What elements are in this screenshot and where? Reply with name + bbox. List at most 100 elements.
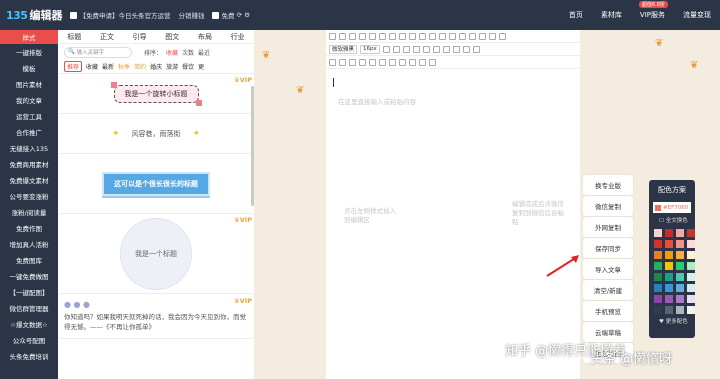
- filter-item[interactable]: 秋季: [118, 62, 130, 71]
- color-swatch[interactable]: [676, 306, 684, 314]
- nav-materials[interactable]: 素材库: [601, 10, 622, 20]
- sidebar-item[interactable]: 公众号配图: [0, 332, 58, 348]
- indent-icon[interactable]: [459, 32, 466, 40]
- html-icon[interactable]: [329, 32, 336, 40]
- sidebar-item[interactable]: 免费作图: [0, 220, 58, 236]
- nav-monetize[interactable]: 流量变现: [683, 10, 711, 20]
- color-swatch[interactable]: [676, 240, 684, 248]
- color-swatch[interactable]: [676, 273, 684, 281]
- color-swatch[interactable]: [687, 262, 695, 270]
- sort-count[interactable]: 次数: [182, 48, 194, 57]
- color-swatch[interactable]: [665, 229, 673, 237]
- redo-icon[interactable]: [349, 32, 356, 40]
- color-swatch[interactable]: [654, 295, 662, 303]
- filter-item[interactable]: 简约: [134, 62, 146, 71]
- tab-guide[interactable]: 引导: [133, 32, 147, 42]
- import-article-button[interactable]: 导入文章: [583, 259, 633, 279]
- color-swatch[interactable]: [654, 306, 662, 314]
- sidebar-item[interactable]: 合作推广: [0, 124, 58, 140]
- sidebar-item[interactable]: ☆爆文数据☆: [0, 316, 58, 332]
- music-icon[interactable]: [452, 45, 460, 53]
- emoji-icon[interactable]: [329, 58, 336, 66]
- promo-link[interactable]: 【免费申请】今日头条官方运营: [70, 10, 170, 20]
- tab-layout[interactable]: 布局: [198, 32, 212, 42]
- image-icon[interactable]: [479, 32, 486, 40]
- current-color-field[interactable]: #EF7060: [653, 202, 691, 213]
- link-icon[interactable]: [469, 32, 476, 40]
- format-icon[interactable]: [382, 45, 390, 53]
- tab-industry[interactable]: 行业: [231, 32, 245, 42]
- tab-image-text[interactable]: 图文: [165, 32, 179, 42]
- wechat-copy-button[interactable]: 微信复制: [583, 196, 633, 216]
- sidebar-item[interactable]: 一键免费做图: [0, 268, 58, 284]
- fullscreen-icon[interactable]: [472, 45, 480, 53]
- template-quote[interactable]: ♛VIP ● ● ● 你知道吗？如果我明天就死掉的话，我会因为今天见到你，而觉得…: [58, 294, 254, 339]
- panel-scrollbar[interactable]: [251, 86, 254, 206]
- refresh-icon[interactable]: ⟳: [237, 11, 242, 19]
- mobile-preview-button[interactable]: 手机预览: [583, 301, 633, 321]
- affiliate-link[interactable]: 分销赚钱: [178, 10, 204, 20]
- sidebar-item[interactable]: 微信群管理器: [0, 300, 58, 316]
- save-sync-button[interactable]: 保存同步: [583, 238, 633, 258]
- color-swatch[interactable]: [687, 306, 695, 314]
- sub-icon[interactable]: [389, 58, 396, 66]
- sup-icon[interactable]: [379, 58, 386, 66]
- color-swatch[interactable]: [665, 240, 673, 248]
- color-swatch[interactable]: [687, 284, 695, 292]
- nav-home[interactable]: 首页: [569, 10, 583, 20]
- sidebar-item[interactable]: 涨粉/阅读量: [0, 204, 58, 220]
- color-swatch[interactable]: [687, 240, 695, 248]
- color-swatch[interactable]: [676, 251, 684, 259]
- strike-icon[interactable]: [389, 32, 396, 40]
- help-icon[interactable]: [429, 58, 436, 66]
- filter-item[interactable]: 更: [198, 62, 204, 71]
- sidebar-item[interactable]: 一键排版: [0, 44, 58, 60]
- bg-color-icon[interactable]: [409, 32, 416, 40]
- color-swatch[interactable]: [676, 262, 684, 270]
- line-height-icon[interactable]: [412, 45, 420, 53]
- underline-icon[interactable]: [379, 32, 386, 40]
- time-icon[interactable]: [359, 58, 366, 66]
- anchor-icon[interactable]: [369, 58, 376, 66]
- template-rotating-title[interactable]: ♛VIP 我是一个旋转小标题: [58, 74, 254, 114]
- sidebar-item[interactable]: 我的文章: [0, 92, 58, 108]
- color-swatch[interactable]: [687, 251, 695, 259]
- list-icon[interactable]: [449, 32, 456, 40]
- color-swatch[interactable]: [654, 273, 662, 281]
- filter-recommended[interactable]: 推荐: [64, 61, 83, 72]
- template-sparkle-title[interactable]: ✦ 风容巷，雨落街 ✦: [58, 114, 254, 154]
- sidebar-item[interactable]: 增加真人活粉: [0, 236, 58, 252]
- color-swatch[interactable]: [665, 273, 673, 281]
- preview-icon[interactable]: [409, 58, 416, 66]
- color-swatch[interactable]: [665, 284, 673, 292]
- table-icon[interactable]: [489, 32, 496, 40]
- all-color-checkbox[interactable]: ☐ 全文换色: [659, 216, 695, 224]
- color-swatch[interactable]: [654, 284, 662, 292]
- free-link[interactable]: 免费 ⟳ ⚙: [212, 10, 250, 20]
- sidebar-item[interactable]: 运营工具: [0, 108, 58, 124]
- sidebar-item[interactable]: 模板: [0, 60, 58, 76]
- logo[interactable]: 135 编辑器: [6, 0, 70, 30]
- tab-title[interactable]: 标题: [67, 32, 81, 42]
- sidebar-item[interactable]: 无缝接入135: [0, 140, 58, 156]
- video-icon[interactable]: [442, 45, 450, 53]
- more-colors-link[interactable]: ♥ 更多配色: [659, 317, 695, 325]
- undo-icon[interactable]: [339, 32, 346, 40]
- align-right-icon[interactable]: [439, 32, 446, 40]
- color-swatch[interactable]: [676, 229, 684, 237]
- print-icon[interactable]: [419, 58, 426, 66]
- color-swatch[interactable]: [654, 240, 662, 248]
- sidebar-item-styles[interactable]: 样式: [0, 30, 58, 44]
- switch-pro-button[interactable]: 换专业版: [583, 175, 633, 195]
- paragraph-icon[interactable]: [422, 45, 430, 53]
- font-color-icon[interactable]: [399, 32, 406, 40]
- color-swatch[interactable]: [665, 251, 673, 259]
- sidebar-item[interactable]: 公号要变涨粉: [0, 188, 58, 204]
- color-swatch[interactable]: [687, 229, 695, 237]
- code-icon[interactable]: [349, 58, 356, 66]
- tab-body[interactable]: 正文: [100, 32, 114, 42]
- emoji-icon[interactable]: [499, 32, 506, 40]
- sidebar-item[interactable]: 免费爆文素材: [0, 172, 58, 188]
- font-size-select[interactable]: 16px: [360, 44, 380, 54]
- color-swatch[interactable]: [687, 273, 695, 281]
